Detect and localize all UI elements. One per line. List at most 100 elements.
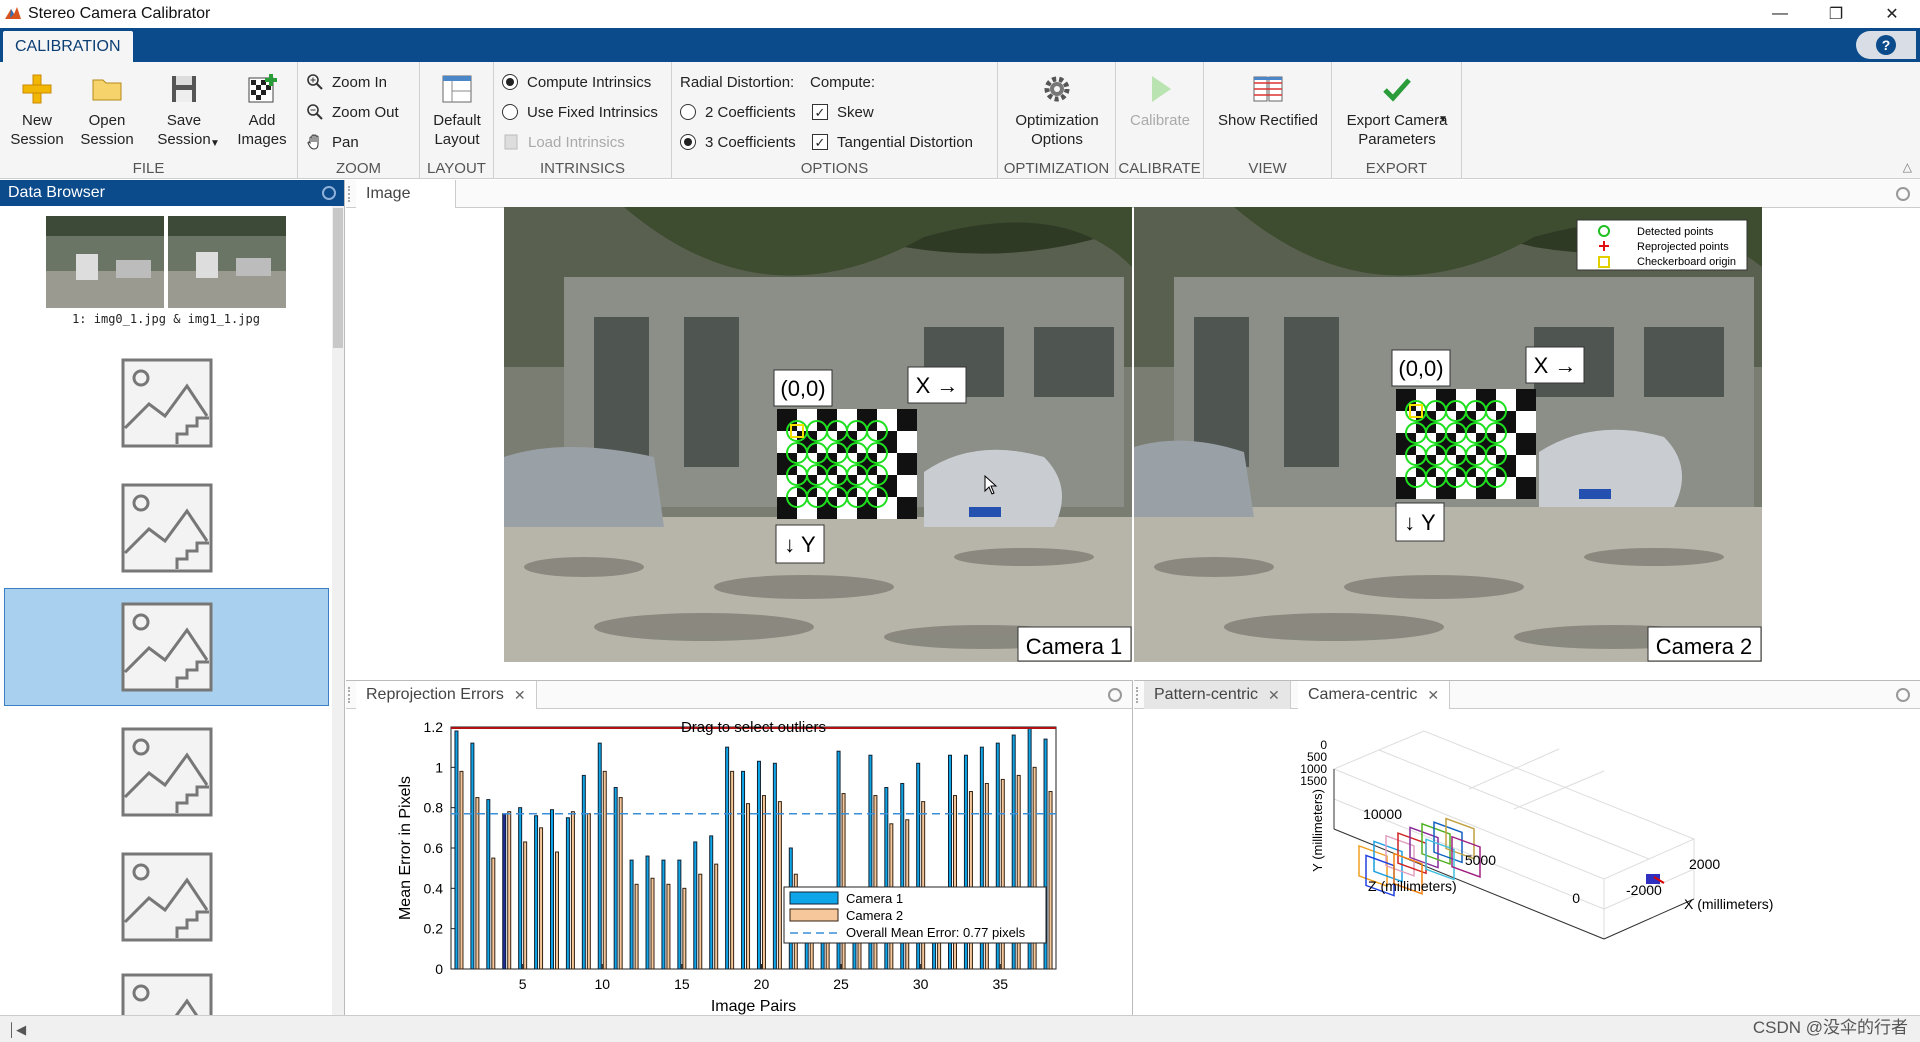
tab-pattern-centric[interactable]: Pattern-centric ✕: [1144, 681, 1291, 709]
tab-image[interactable]: Image: [356, 180, 456, 208]
y-axis-label: ↓ Y: [784, 532, 816, 557]
image-legend: Detected points Reprojected points Check…: [1576, 219, 1748, 271]
bar-camera1: [741, 770, 746, 970]
close-button[interactable]: ✕: [1864, 0, 1920, 28]
bar-camera1: [677, 859, 682, 970]
z-tick: 0: [1572, 890, 1580, 906]
y-tick-label: 0.2: [424, 921, 444, 937]
skip-to-start-icon[interactable]: │◀: [8, 1022, 26, 1038]
camera1-image[interactable]: (0,0) X → ↓ Y Camera 1: [504, 207, 1132, 662]
y-tick-label: 0: [435, 961, 443, 977]
help-button[interactable]: ?: [1856, 31, 1916, 59]
collapse-ribbon-icon[interactable]: △: [1903, 160, 1912, 174]
y-tick-label: 0.8: [424, 800, 444, 816]
x-tick-label: 35: [992, 976, 1008, 992]
thumbnail-pair-3[interactable]: [4, 469, 329, 587]
x-tick-label: 20: [754, 976, 770, 992]
minimize-panel-icon[interactable]: [1108, 688, 1122, 702]
title-bar: Stereo Camera Calibrator — ❐ ✕: [0, 0, 1920, 28]
panel-grip[interactable]: [348, 687, 354, 703]
bar-camera2: [459, 770, 464, 970]
group-label-calibrate: CALIBRATE: [1118, 160, 1201, 177]
group-label-intrinsics: INTRINSICS: [539, 160, 625, 177]
load-intrinsics-button[interactable]: Load Intrinsics: [502, 131, 625, 153]
image-placeholder-icon: [121, 358, 212, 448]
close-icon[interactable]: ✕: [1268, 687, 1280, 704]
optimization-options-button[interactable]: Optimization Options: [1002, 72, 1112, 149]
panel-grip[interactable]: [1136, 687, 1142, 703]
bar-camera1: [661, 859, 666, 970]
close-icon[interactable]: ✕: [514, 687, 526, 704]
new-session-button[interactable]: New Session: [8, 72, 66, 149]
legend-detected: Detected points: [1637, 226, 1714, 238]
bar-camera2: [618, 797, 623, 970]
pan-button[interactable]: Pan: [306, 131, 359, 153]
minimize-panel-icon[interactable]: [322, 186, 336, 200]
thumbnail-pair-5[interactable]: [4, 713, 329, 831]
tangential-distortion-checkbox[interactable]: ✓ Tangential Distortion: [812, 131, 973, 153]
extrinsics-3d-plot[interactable]: Y (millimeters) 0 500 1000 1500 10000 50…: [1134, 709, 1920, 1016]
zoom-in-button[interactable]: Zoom In: [306, 71, 387, 93]
reprojection-panel-tabs: Reprojection Errors ✕: [346, 681, 1132, 709]
bar-camera1: [629, 859, 634, 970]
plus-icon: [22, 74, 52, 104]
calibrate-button[interactable]: Calibrate: [1122, 72, 1198, 130]
add-images-button[interactable]: Add Images: [232, 72, 292, 149]
ribbon-tab-strip: CALIBRATION ?: [0, 28, 1920, 62]
data-browser-scrollbar[interactable]: [332, 206, 344, 1015]
y-axis-label: ↓ Y: [1404, 510, 1436, 535]
bar-camera1: [597, 742, 602, 970]
x-axis-title: X (millimeters): [1684, 896, 1773, 912]
thumbnail-pair-2[interactable]: [4, 344, 329, 462]
open-session-button[interactable]: Open Session: [78, 72, 136, 149]
load-intrinsics-label: Load Intrinsics: [528, 133, 625, 151]
zoom-out-button[interactable]: Zoom Out: [306, 101, 399, 123]
thumbnail-pair-4-selected[interactable]: [4, 588, 329, 706]
bar-camera1: [486, 799, 491, 970]
default-layout-button[interactable]: Default Layout: [426, 72, 488, 149]
compute-intrinsics-radio[interactable]: Compute Intrinsics: [502, 71, 651, 93]
use-fixed-intrinsics-label: Use Fixed Intrinsics: [527, 103, 658, 121]
bar-camera2: [698, 873, 703, 970]
three-coefficients-radio[interactable]: 3 Coefficients: [680, 131, 796, 153]
x-tick-label: 5: [519, 976, 527, 992]
chevron-down-icon: ▼: [1438, 114, 1448, 125]
tab-camera-centric-label: Camera-centric: [1308, 686, 1418, 703]
tab-camera-centric[interactable]: Camera-centric ✕: [1298, 681, 1451, 709]
bar-camera1: [709, 835, 714, 970]
tab-calibration[interactable]: CALIBRATION: [3, 31, 133, 62]
restore-button[interactable]: ❐: [1808, 0, 1864, 28]
pan-label: Pan: [332, 133, 359, 151]
radio-selected-icon: [680, 134, 696, 150]
data-browser: Data Browser 1: img0_1.jpg & img1_1.jpg: [0, 180, 345, 1015]
minimize-panel-icon[interactable]: [1896, 688, 1910, 702]
add-images-icon: [248, 74, 277, 103]
panel-grip[interactable]: [348, 186, 354, 202]
play-icon: [1152, 76, 1171, 102]
group-label-layout: LAYOUT: [427, 160, 486, 177]
thumbnail-pair-7[interactable]: [4, 963, 329, 1015]
show-rectified-button[interactable]: Show Rectified: [1208, 72, 1328, 130]
z-axis-title: Z (millimeters): [1368, 878, 1457, 894]
close-icon[interactable]: ✕: [1427, 687, 1439, 704]
rectified-icon: [1253, 76, 1283, 102]
thumbnail-pair-6[interactable]: [4, 838, 329, 956]
two-coefficients-radio[interactable]: 2 Coefficients: [680, 101, 796, 123]
image-panel-tabs: Image: [346, 180, 1920, 208]
skew-checkbox[interactable]: ✓ Skew: [812, 101, 874, 123]
scrollbar-thumb[interactable]: [333, 208, 343, 348]
minimize-button[interactable]: —: [1752, 0, 1808, 28]
x-axis-label: X →: [1534, 353, 1577, 378]
reprojection-error-chart[interactable]: 0 0.2 0.4 0.6 0.8 1 1.2 5 10 15 20 25 30 35 Drag to se…: [346, 709, 1133, 1016]
minimize-panel-icon[interactable]: [1896, 187, 1910, 201]
use-fixed-intrinsics-radio[interactable]: Use Fixed Intrinsics: [502, 101, 658, 123]
bar-camera1: [470, 742, 475, 970]
export-camera-parameters-button[interactable]: Export Camera Parameters: [1336, 72, 1458, 149]
bar-camera1: [502, 813, 507, 970]
tab-reprojection-errors[interactable]: Reprojection Errors ✕: [356, 681, 537, 709]
camera2-image[interactable]: (0,0) X → ↓ Y Detected points Reprojecte…: [1134, 207, 1762, 662]
tab-reprojection-label: Reprojection Errors: [366, 686, 504, 703]
bar-camera2: [586, 813, 591, 970]
bar-camera2: [491, 857, 496, 970]
thumbnail-pair-1[interactable]: [46, 216, 286, 308]
